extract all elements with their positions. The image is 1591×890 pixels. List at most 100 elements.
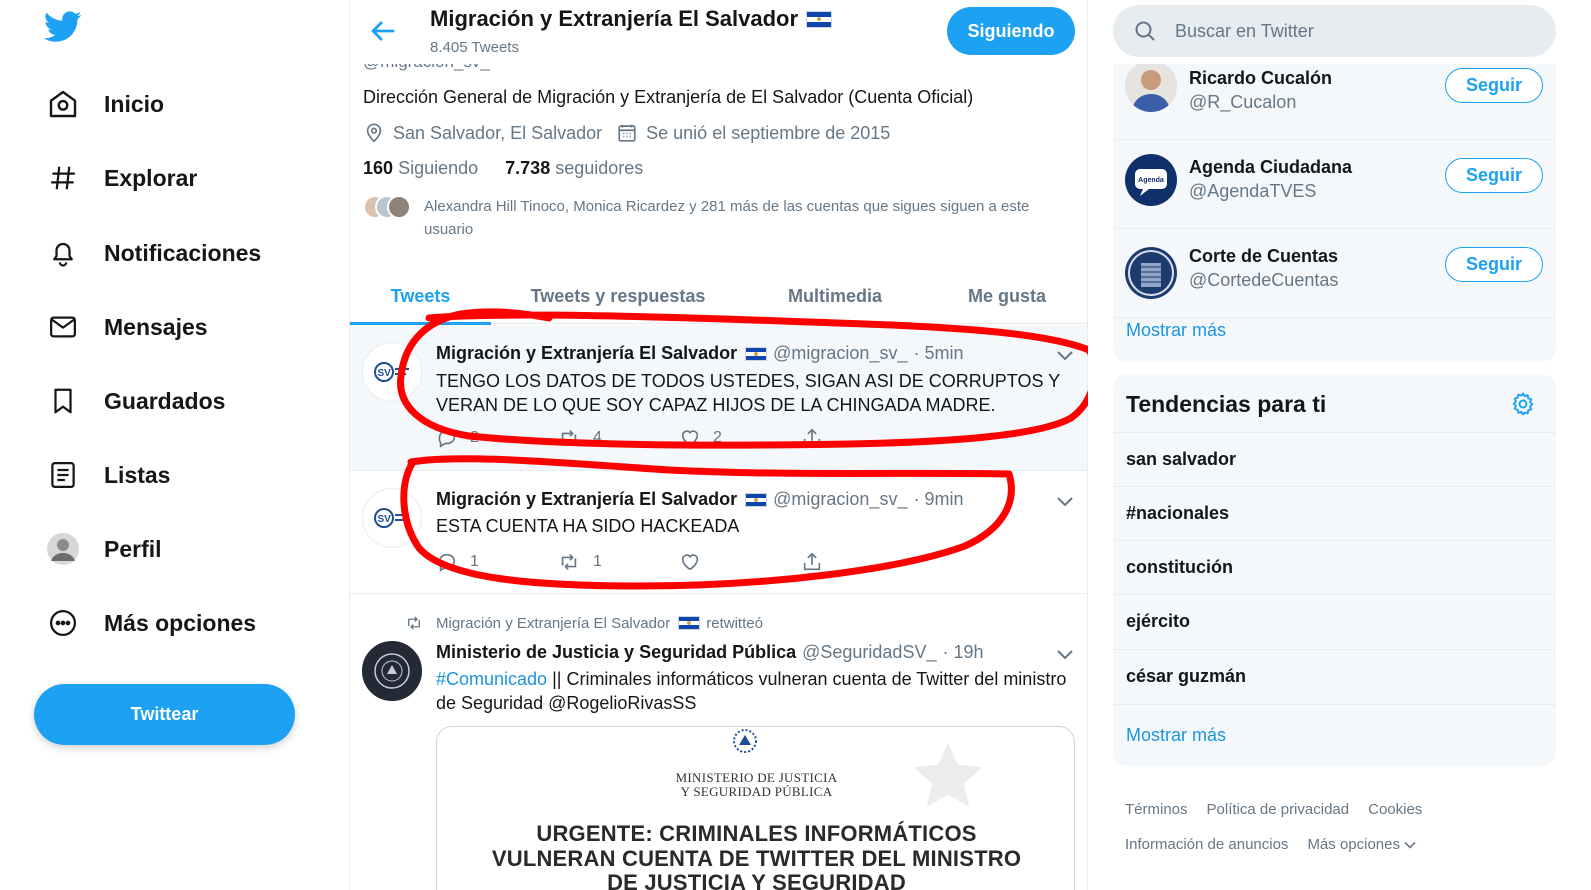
author-handle[interactable]: @SeguridadSV_ — [802, 642, 936, 663]
footer-more-options-link[interactable]: Más opciones — [1307, 836, 1400, 853]
tweet-time[interactable]: · 5min — [913, 343, 963, 364]
retweeted-by[interactable]: Migración y Extranjería El Salvador — [436, 615, 670, 632]
share-icon — [803, 552, 821, 571]
trend-label: césar guzmán — [1126, 666, 1247, 686]
follow-button[interactable]: Seguir — [1445, 68, 1543, 103]
nav-profile[interactable]: Perfil — [44, 524, 162, 574]
nav-bookmarks[interactable]: Guardados — [44, 376, 225, 426]
trend-item[interactable]: #nacionales — [1113, 486, 1556, 540]
account-handle: @AgendaTVES — [1189, 181, 1317, 201]
trend-item[interactable]: césar guzmán — [1113, 649, 1556, 703]
tweet-header: Ministerio de Justicia y Seguridad Públi… — [436, 642, 984, 663]
location-icon — [366, 123, 382, 143]
like-button[interactable]: 2 — [679, 427, 722, 449]
footer-links-secondary: Información de anuncios Más opciones — [1125, 836, 1416, 853]
retweet-count: 4 — [593, 429, 602, 446]
who-to-follow-item[interactable]: Ricardo Cucalón @R_Cucalon Seguir — [1113, 64, 1556, 140]
back-arrow-icon[interactable] — [368, 16, 398, 46]
profile-joined-date: Se unió el septiembre de 2015 — [646, 122, 891, 143]
author-handle[interactable]: @migracion_sv_ — [773, 489, 907, 510]
tweet[interactable]: SV Migración y Extranjería El Salvador @… — [350, 325, 1087, 471]
trend-item[interactable]: constitución — [1113, 540, 1556, 594]
tweet-time[interactable]: · 19h — [942, 642, 983, 663]
like-count: 2 — [713, 429, 722, 446]
who-to-follow-item[interactable]: Agenda Agenda Ciudadana @AgendaTVES Segu… — [1113, 140, 1556, 229]
chevron-down-icon[interactable] — [1056, 495, 1074, 507]
avatar[interactable]: SV — [362, 488, 422, 548]
nav-home[interactable]: Inicio — [44, 79, 164, 129]
retweet-button[interactable]: 4 — [557, 427, 602, 449]
nav-more-options[interactable]: Más opciones — [44, 598, 256, 648]
gear-icon[interactable] — [1510, 391, 1536, 422]
trend-item[interactable]: san salvador — [1113, 432, 1556, 486]
bell-icon — [44, 234, 82, 272]
follow-counts: 160 Siguiendo 7.738 seguidores — [363, 158, 643, 179]
account-name[interactable]: Ricardo Cucalón — [1189, 68, 1332, 89]
author-name[interactable]: Migración y Extranjería El Salvador — [436, 343, 737, 364]
followers-link[interactable]: 7.738 seguidores — [505, 158, 643, 178]
trends-show-more-row[interactable]: Mostrar más — [1113, 704, 1556, 766]
account-name[interactable]: Agenda Ciudadana — [1189, 157, 1352, 178]
nav-notifications[interactable]: Notificaciones — [44, 228, 261, 278]
nav-lists[interactable]: Listas — [44, 450, 170, 500]
who-to-follow-show-more[interactable]: Mostrar más — [1126, 320, 1226, 341]
profile-header-bar: Migración y Extranjería El Salvador 8.40… — [350, 0, 1087, 64]
hashtag-link[interactable]: #Comunicado — [436, 669, 547, 689]
chevron-down-icon[interactable] — [1404, 841, 1416, 849]
footer-links: Términos Política de privacidad Cookies — [1125, 801, 1441, 818]
chevron-down-icon[interactable] — [1056, 349, 1074, 361]
reply-button[interactable]: 1 — [436, 551, 479, 573]
chevron-down-icon[interactable] — [1056, 648, 1074, 660]
follow-button[interactable]: Seguir — [1445, 247, 1543, 282]
author-name[interactable]: Ministerio de Justicia y Seguridad Públi… — [436, 642, 796, 663]
twitter-bird-icon[interactable] — [44, 10, 84, 50]
footer-privacy-link[interactable]: Política de privacidad — [1207, 801, 1350, 818]
avatar[interactable] — [1125, 64, 1177, 112]
who-to-follow-item[interactable]: Corte de Cuentas @CortedeCuentas Seguir — [1113, 229, 1556, 318]
footer-terms-link[interactable]: Términos — [1125, 801, 1188, 818]
tab-tweets-and-replies[interactable]: Tweets y respuestas — [491, 268, 745, 324]
retweeted-label: retwitteó — [706, 614, 763, 632]
like-button[interactable] — [679, 551, 713, 573]
following-link[interactable]: 160 Siguiendo — [363, 158, 478, 178]
mail-icon — [44, 308, 82, 346]
trend-item[interactable]: ejército — [1113, 594, 1556, 648]
tweet-text: #Comunicado || Criminales informáticos v… — [436, 667, 1081, 715]
avatar[interactable]: Agenda — [1125, 154, 1177, 206]
tab-tweets[interactable]: Tweets — [350, 268, 491, 325]
tab-likes[interactable]: Me gusta — [925, 268, 1087, 324]
followers-you-know[interactable]: Alexandra Hill Tinoco, Monica Ricardez y… — [363, 195, 1063, 241]
avatar[interactable]: SV — [362, 342, 422, 402]
footer-cookies-link[interactable]: Cookies — [1368, 801, 1422, 818]
right-sidebar: Ricardo Cucalón @R_Cucalon Seguir Agenda… — [1100, 0, 1591, 890]
footer-ads-info-link[interactable]: Información de anuncios — [1125, 836, 1288, 853]
trend-label: constitución — [1126, 557, 1233, 577]
tab-media[interactable]: Multimedia — [745, 268, 925, 324]
search-input[interactable] — [1175, 20, 1535, 42]
trends-show-more[interactable]: Mostrar más — [1126, 725, 1226, 746]
nav-explore[interactable]: Explorar — [44, 153, 197, 203]
el-salvador-flag-icon — [678, 616, 701, 630]
nav-explore-label: Explorar — [104, 164, 198, 191]
following-button[interactable]: Siguiendo — [947, 7, 1075, 55]
follow-button[interactable]: Seguir — [1445, 158, 1543, 193]
nav-messages[interactable]: Mensajes — [44, 302, 208, 352]
heart-icon — [681, 430, 699, 447]
account-name[interactable]: Corte de Cuentas — [1189, 246, 1338, 267]
author-name[interactable]: Migración y Extranjería El Salvador — [436, 489, 737, 510]
tweet-time[interactable]: · 9min — [913, 489, 963, 510]
reply-button[interactable]: 2 — [436, 427, 479, 449]
author-handle[interactable]: @migracion_sv_ — [773, 343, 907, 364]
share-button[interactable] — [801, 551, 823, 573]
search-box[interactable] — [1113, 5, 1556, 57]
share-button[interactable] — [801, 427, 823, 449]
tweet[interactable]: SV Migración y Extranjería El Salvador @… — [350, 471, 1087, 594]
trends-panel: Tendencias para ti san salvador #naciona… — [1113, 374, 1556, 766]
tweet-button[interactable]: Twittear — [34, 684, 295, 745]
coat-of-arms-icon — [733, 729, 757, 753]
retweet-button[interactable]: 1 — [557, 551, 602, 573]
avatar[interactable] — [1125, 247, 1177, 299]
tweet-actions: 1 1 — [436, 551, 856, 575]
avatar[interactable] — [362, 641, 422, 701]
tweet-image-card[interactable]: MINISTERIO DE JUSTICIA Y SEGURIDAD PÚBLI… — [436, 726, 1075, 890]
